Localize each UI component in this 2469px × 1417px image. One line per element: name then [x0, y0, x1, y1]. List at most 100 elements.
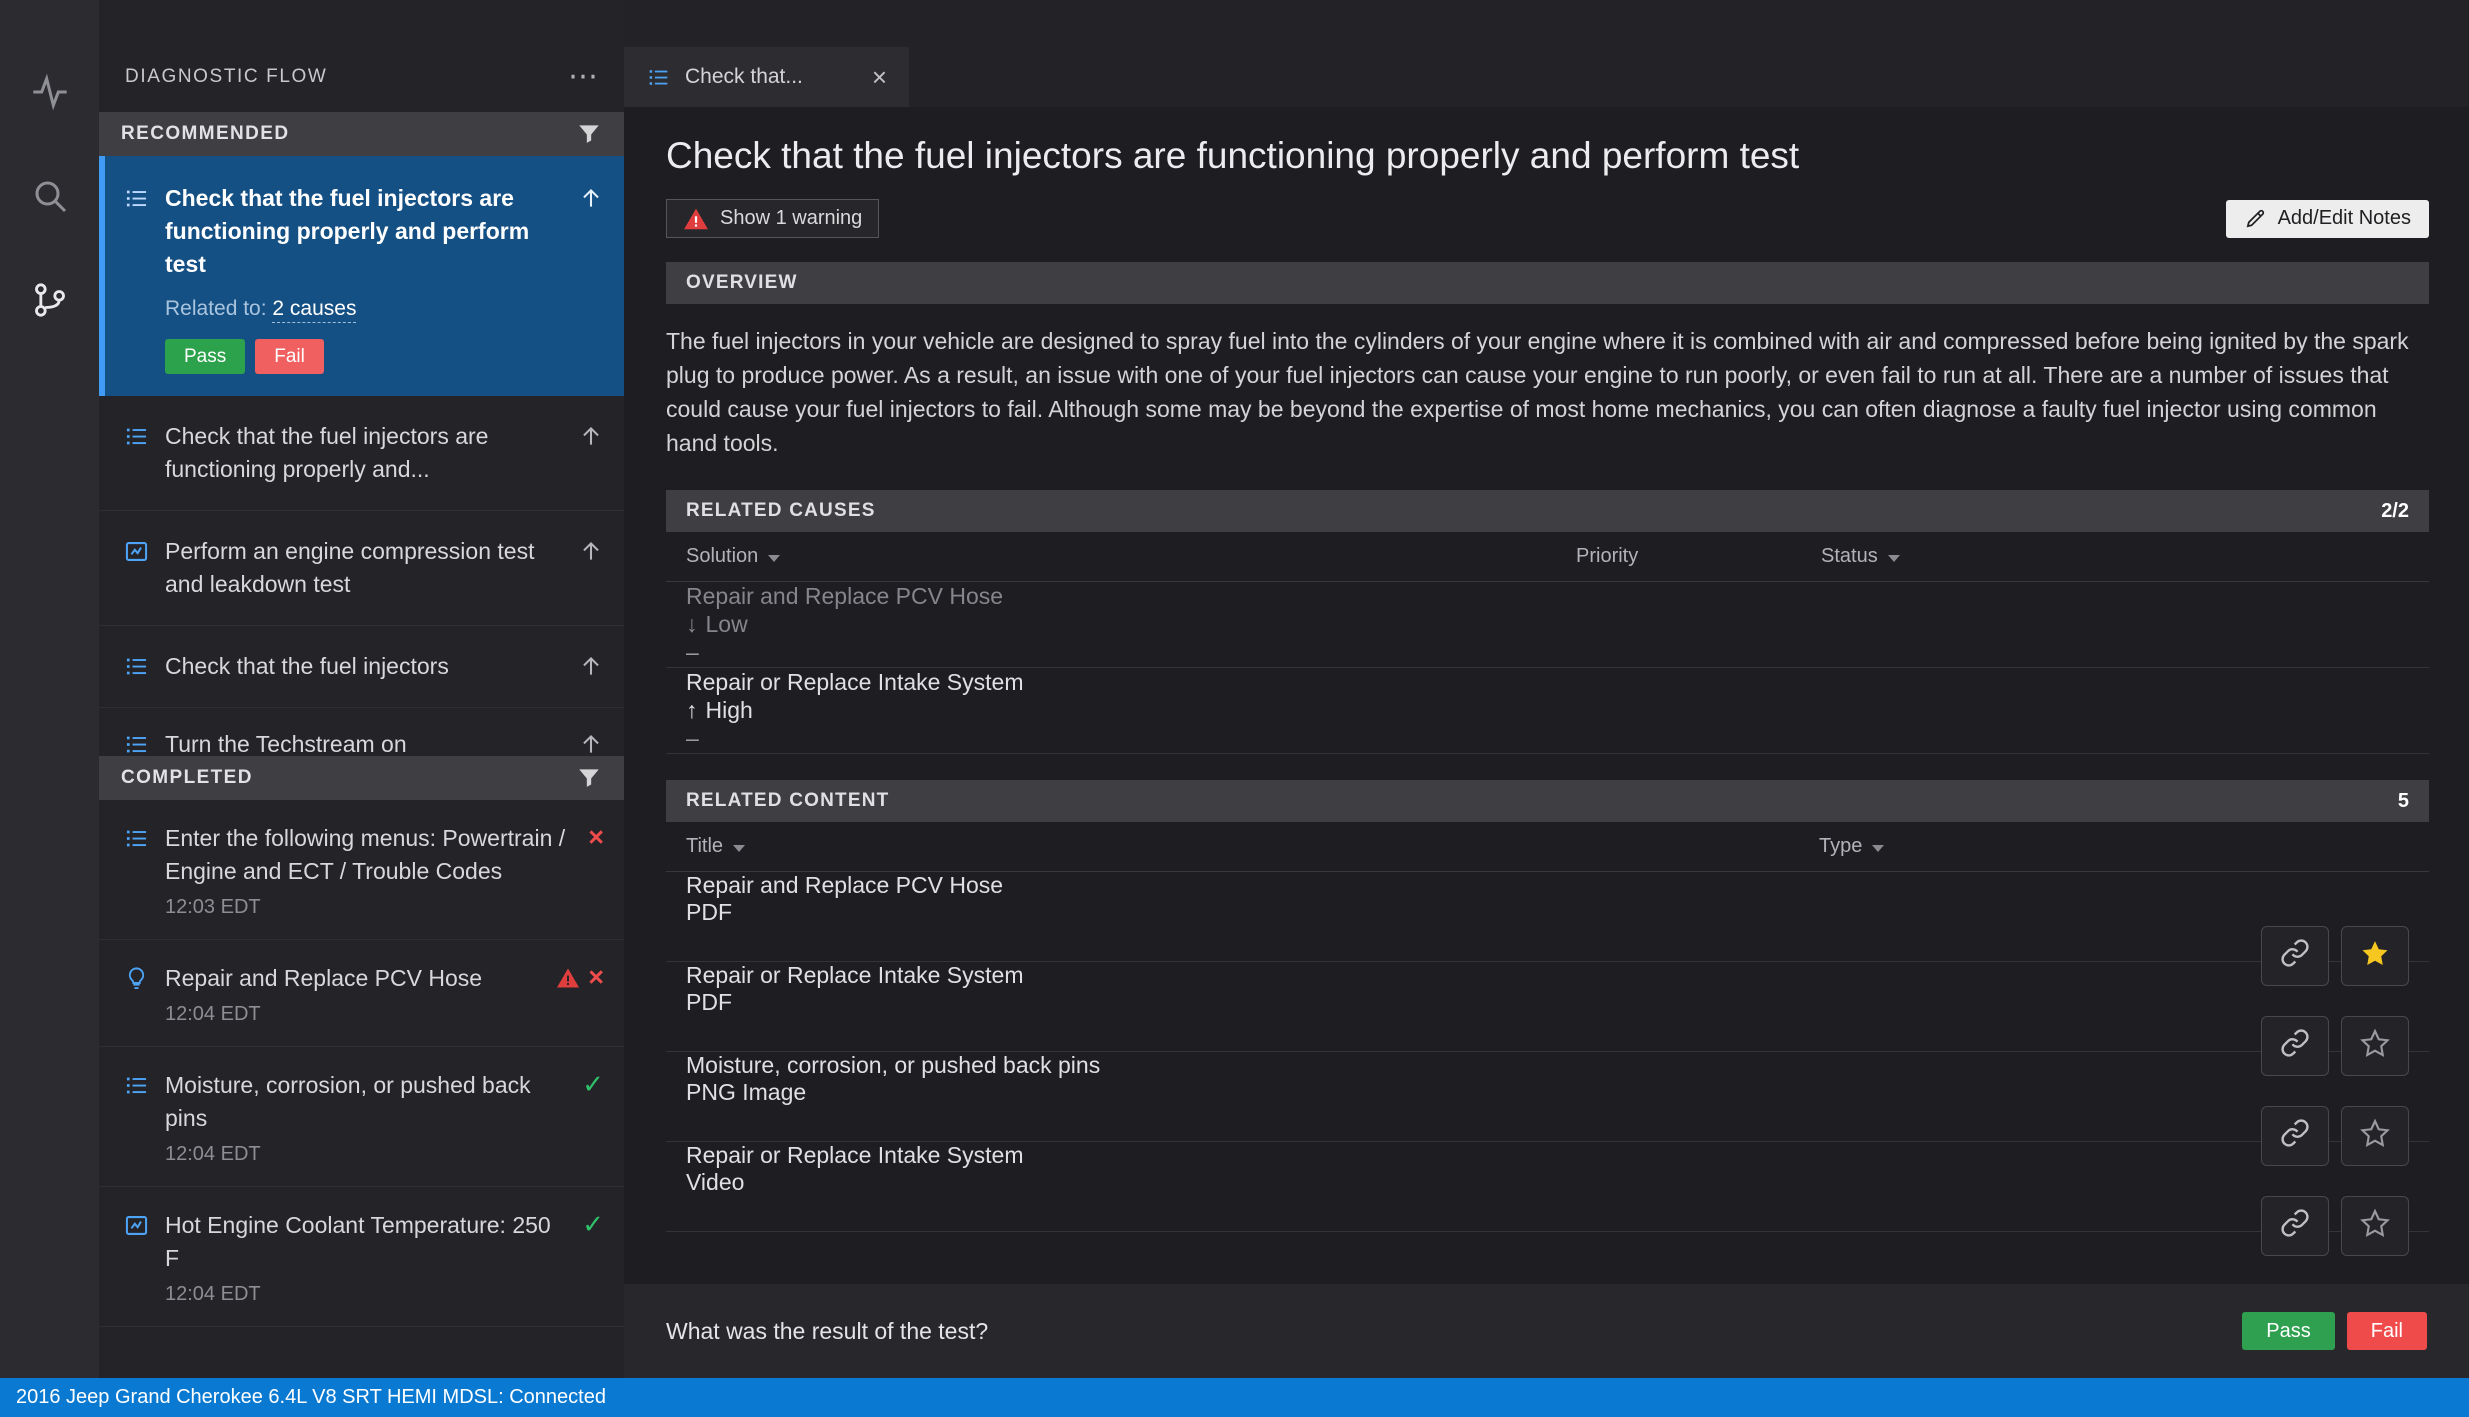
completed-step[interactable]: Enter the following menus: Powertrain / …	[99, 800, 624, 940]
step-result-buttons: Pass Fail	[165, 339, 604, 374]
cause-priority: ↓ Low	[686, 611, 2409, 638]
step-fail-button[interactable]: Fail	[255, 339, 324, 374]
content-row[interactable]: Repair or Replace Intake System Video	[666, 1142, 2429, 1232]
flow-step[interactable]: Check that the fuel injectors	[99, 626, 624, 708]
content-type: PNG Image	[686, 1079, 2409, 1106]
test-result-question: What was the result of the test?	[666, 1318, 2230, 1345]
panel-menu-button[interactable]: ⋯	[568, 67, 598, 87]
content-title: Repair or Replace Intake System	[686, 962, 2409, 989]
completed-step[interactable]: Hot Engine Coolant Temperature: 250 F 12…	[99, 1187, 624, 1327]
sort-caret-icon	[733, 845, 745, 852]
completed-section-header: COMPLETED	[99, 756, 624, 800]
fail-button[interactable]: Fail	[2347, 1312, 2427, 1350]
open-link-button[interactable]	[2261, 1196, 2329, 1256]
checklist-icon	[123, 423, 150, 450]
cause-solution: Repair and Replace PCV Hose	[686, 583, 2409, 610]
cause-priority: ↑ High	[686, 697, 2409, 724]
tab-strip	[624, 0, 2469, 47]
content-row[interactable]: Moisture, corrosion, or pushed back pins…	[666, 1052, 2429, 1142]
flow-step-title: Check that the fuel injectors are functi…	[165, 182, 563, 281]
completed-step-body: Repair and Replace PCV Hose 12:04 EDT	[165, 962, 541, 1026]
priority-column-label: Priority	[1576, 545, 1821, 568]
main-row: DIAGNOSTIC FLOW ⋯ RECOMMENDED Check that…	[0, 0, 2469, 1378]
add-edit-notes-label: Add/Edit Notes	[2278, 207, 2411, 230]
cause-row[interactable]: Repair and Replace PCV Hose ↓ Low –	[666, 582, 2429, 668]
completed-step-time: 12:04 EDT	[165, 1143, 567, 1166]
fail-x-icon: ×	[588, 824, 604, 851]
sort-type-header[interactable]: Type	[1819, 835, 2259, 858]
icon-rail	[0, 0, 99, 1378]
arrow-up-icon	[578, 185, 604, 211]
sort-title-header[interactable]: Title	[686, 835, 1819, 858]
overview-text: The fuel injectors in your vehicle are d…	[666, 324, 2427, 460]
completed-step-body: Hot Engine Coolant Temperature: 250 F 12…	[165, 1209, 567, 1306]
overview-section-header: OVERVIEW	[666, 262, 2429, 304]
diagnostic-flow-nav-button[interactable]	[26, 278, 74, 326]
flow-step[interactable]: Perform an engine compression test and l…	[99, 511, 624, 626]
cause-row[interactable]: Repair or Replace Intake System ↑ High –	[666, 668, 2429, 754]
sort-caret-icon	[1888, 555, 1900, 562]
show-warning-button[interactable]: Show 1 warning	[666, 199, 879, 238]
content-row[interactable]: Repair or Replace Intake System PDF	[666, 962, 2429, 1052]
search-nav-button[interactable]	[26, 174, 74, 222]
filter-icon[interactable]	[576, 121, 602, 147]
completed-step[interactable]: Moisture, corrosion, or pushed back pins…	[99, 1047, 624, 1187]
priority-label: High	[706, 697, 753, 724]
warning-triangle-icon	[683, 206, 709, 232]
content-title: Moisture, corrosion, or pushed back pins	[686, 1052, 2409, 1079]
flow-step-selected[interactable]: Check that the fuel injectors are functi…	[99, 156, 624, 396]
arrow-up-icon	[578, 538, 604, 564]
vehicle-connection-status: 2016 Jeep Grand Cherokee 6.4L V8 SRT HEM…	[16, 1386, 606, 1409]
lightbulb-icon	[123, 965, 150, 992]
pass-button[interactable]: Pass	[2242, 1312, 2334, 1350]
completed-step-status: ×	[588, 824, 604, 919]
content-row-actions	[686, 1196, 2409, 1256]
content-title: Repair and Replace PCV Hose	[686, 872, 2409, 899]
related-causes-label: RELATED CAUSES	[686, 500, 876, 522]
completed-step[interactable]: Repair and Replace PCV Hose 12:04 EDT ×	[99, 940, 624, 1047]
search-icon	[30, 176, 70, 221]
content-table-header: Title Type	[666, 822, 2429, 872]
type-column-label: Type	[1819, 835, 1862, 858]
cause-status: –	[686, 639, 2409, 666]
related-causes-section-header: RELATED CAUSES 2/2	[666, 490, 2429, 532]
completed-step-status: ✓	[582, 1071, 604, 1166]
status-bar: 2016 Jeep Grand Cherokee 6.4L V8 SRT HEM…	[0, 1378, 2469, 1417]
favorite-button[interactable]	[2341, 1196, 2409, 1256]
completed-step-body: Moisture, corrosion, or pushed back pins…	[165, 1069, 567, 1166]
add-edit-notes-button[interactable]: Add/Edit Notes	[2226, 200, 2429, 238]
filter-icon[interactable]	[576, 765, 602, 791]
related-causes-count: 2/2	[2381, 500, 2409, 523]
arrow-up-icon	[578, 423, 604, 449]
cause-solution: Repair or Replace Intake System	[686, 669, 2409, 696]
checklist-icon	[123, 185, 150, 212]
diagnostic-flow-panel: DIAGNOSTIC FLOW ⋯ RECOMMENDED Check that…	[99, 0, 624, 1378]
flow-branch-icon	[30, 280, 70, 325]
content-area: Check that the fuel injectors are functi…	[624, 107, 2469, 1284]
checklist-icon	[646, 65, 671, 90]
tab-close-icon[interactable]: ×	[872, 65, 887, 89]
related-content-section-header: RELATED CONTENT 5	[666, 780, 2429, 822]
sort-status-header[interactable]: Status	[1821, 545, 2409, 568]
panel-header: DIAGNOSTIC FLOW ⋯	[99, 0, 624, 112]
completed-step-time: 12:04 EDT	[165, 1283, 567, 1306]
related-causes-link[interactable]: 2 causes	[272, 297, 356, 323]
completed-step-title: Repair and Replace PCV Hose	[165, 965, 482, 991]
flow-step[interactable]: Turn the Techstream on	[99, 708, 624, 756]
checklist-icon	[123, 825, 150, 852]
sort-solution-header[interactable]: Solution	[686, 545, 1576, 568]
show-warning-label: Show 1 warning	[720, 207, 862, 230]
flow-step[interactable]: Check that the fuel injectors are functi…	[99, 396, 624, 511]
tab-bar: Check that... ×	[624, 47, 2469, 107]
status-column-label: Status	[1821, 545, 1878, 568]
content-row[interactable]: Repair and Replace PCV Hose PDF	[666, 872, 2429, 962]
step-pass-button[interactable]: Pass	[165, 339, 245, 374]
pass-check-icon: ✓	[582, 1211, 604, 1238]
activity-nav-button[interactable]	[26, 70, 74, 118]
tab-check-that[interactable]: Check that... ×	[624, 47, 909, 107]
cause-status: –	[686, 725, 2409, 752]
completed-step-title: Moisture, corrosion, or pushed back pins	[165, 1072, 531, 1131]
recommended-section-header: RECOMMENDED	[99, 112, 624, 156]
warning-triangle-icon	[556, 966, 580, 990]
activity-icon	[30, 72, 70, 117]
